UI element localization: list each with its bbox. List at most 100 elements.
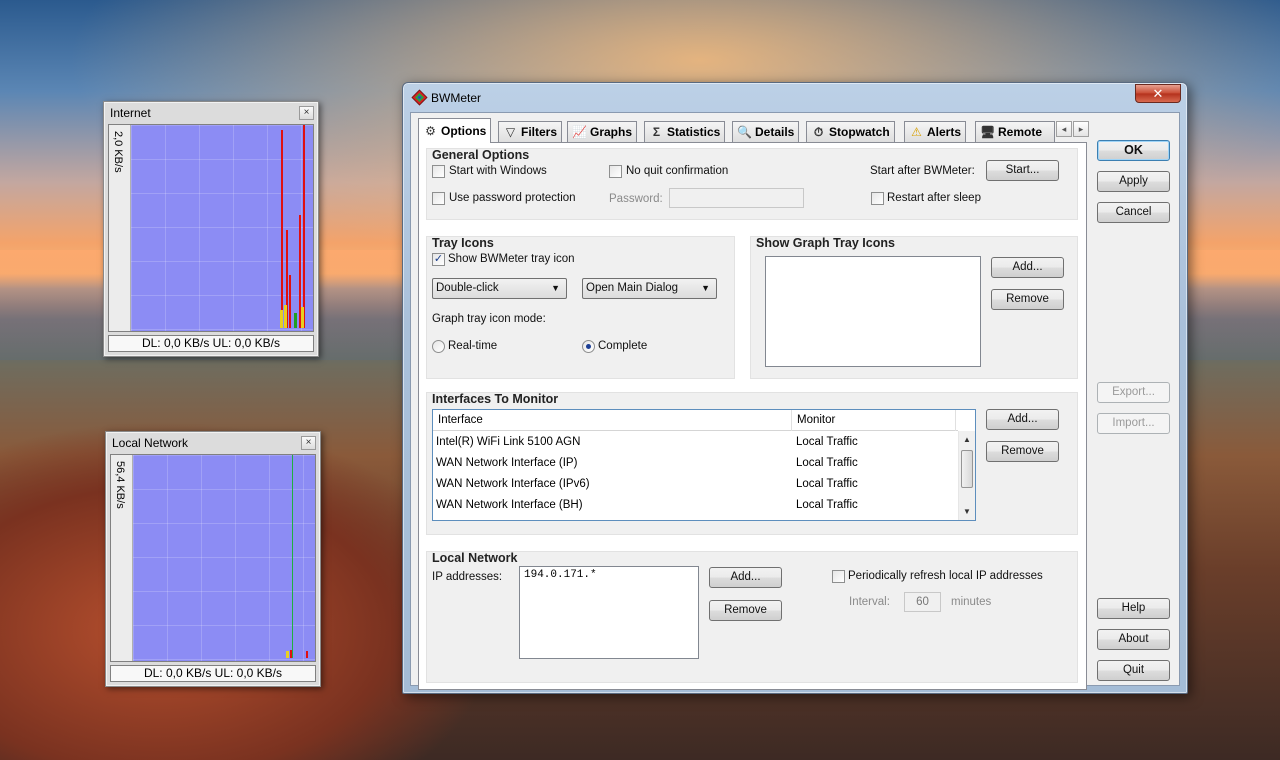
quit-button[interactable]: Quit <box>1097 660 1170 681</box>
graph-tray-add-button[interactable]: Add... <box>991 257 1064 278</box>
tab-remote-label: Remote <box>998 125 1043 139</box>
gear-icon: ⚙ <box>425 124 436 138</box>
no-quit-confirmation-label: No quit confirmation <box>626 165 729 177</box>
interface-name: WAN Network Interface (IP) <box>436 457 578 469</box>
table-row[interactable]: WAN Network Interface (IP) Local Traffic <box>433 453 958 474</box>
stopwatch-icon: ⏱ <box>813 125 824 139</box>
chevron-down-icon: ▼ <box>551 283 560 293</box>
local-network-title: Local Network <box>432 551 518 565</box>
use-password-checkbox[interactable] <box>432 192 445 205</box>
ip-remove-button[interactable]: Remove <box>709 600 782 621</box>
table-row[interactable]: WAN Network Interface (IPv6) Local Traff… <box>433 474 958 495</box>
tab-statistics[interactable]: Σ Statistics <box>644 121 726 142</box>
cancel-button[interactable]: Cancel <box>1097 202 1170 223</box>
graph-tray-icons-group: Show Graph Tray Icons Add... Remove <box>750 236 1078 379</box>
ip-address-entry[interactable]: 194.0.171.* <box>524 569 597 581</box>
periodic-refresh-checkbox[interactable] <box>832 570 845 583</box>
click-target-select[interactable]: Open Main Dialog ▼ <box>582 278 717 299</box>
tab-stopwatch[interactable]: ⏱ Stopwatch <box>806 121 895 142</box>
local-graph-area <box>133 455 315 661</box>
interfaces-scrollbar[interactable]: ▲ ▼ <box>958 431 975 520</box>
tab-graphs[interactable]: 📈 Graphs <box>567 121 638 142</box>
column-header-interface[interactable]: Interface <box>433 410 792 431</box>
tab-details-label: Details <box>755 125 795 139</box>
internet-scale-label: 2,0 KB/s <box>112 131 124 173</box>
tab-filters-label: Filters <box>521 125 558 139</box>
tray-mode-label: Graph tray icon mode: <box>432 313 546 325</box>
show-tray-icon-checkbox[interactable]: ✓ <box>432 253 445 266</box>
tab-alerts-label: Alerts <box>927 125 962 139</box>
internet-meter-scale: 2,0 KB/s <box>109 125 131 331</box>
close-icon[interactable]: × <box>299 106 314 120</box>
sigma-icon: Σ <box>652 125 661 139</box>
interface-name: WAN Network Interface (BH) <box>436 499 583 511</box>
internet-graph-area <box>131 125 313 331</box>
tab-alerts[interactable]: ⚠ Alerts <box>904 121 967 142</box>
tab-options[interactable]: ⚙ Options <box>418 118 492 143</box>
table-row[interactable]: Intel(R) WiFi Link 5100 AGN Local Traffi… <box>433 432 958 453</box>
general-options-group: General Options Start with Windows No qu… <box>426 148 1078 220</box>
interval-field[interactable]: 60 <box>904 592 941 612</box>
scroll-down-icon[interactable]: ▼ <box>959 503 975 520</box>
interface-name: Intel(R) WiFi Link 5100 AGN <box>436 436 581 448</box>
local-meter-title: Local Network <box>112 436 189 450</box>
internet-meter-window[interactable]: Internet × 2,0 KB/s DL: 0,0 KB/s UL: 0,0… <box>103 101 319 357</box>
click-action-select[interactable]: Double-click ▼ <box>432 278 567 299</box>
about-button[interactable]: About <box>1097 629 1170 650</box>
graph-tray-icons-list[interactable] <box>765 256 981 367</box>
restart-after-sleep-label: Restart after sleep <box>887 192 981 204</box>
interval-unit-label: minutes <box>951 596 992 608</box>
ip-add-button[interactable]: Add... <box>709 567 782 588</box>
tab-filters[interactable]: ▽ Filters <box>498 121 563 142</box>
interfaces-remove-button[interactable]: Remove <box>986 441 1059 462</box>
column-header-monitor[interactable]: Monitor <box>792 410 956 431</box>
close-icon[interactable]: × <box>301 436 316 450</box>
interfaces-table-header: Interface Monitor <box>433 410 958 431</box>
interfaces-add-button[interactable]: Add... <box>986 409 1059 430</box>
graph-tray-remove-button[interactable]: Remove <box>991 289 1064 310</box>
help-button[interactable]: Help <box>1097 598 1170 619</box>
restart-after-sleep-checkbox[interactable] <box>871 192 884 205</box>
internet-meter-graph: 2,0 KB/s <box>108 124 314 332</box>
click-target-value: Open Main Dialog <box>586 282 679 294</box>
mode-realtime-label: Real-time <box>448 340 498 352</box>
bwmeter-app-icon <box>411 89 428 106</box>
apply-button[interactable]: Apply <box>1097 171 1170 192</box>
internet-traffic-spikes <box>280 125 305 328</box>
no-quit-confirmation-checkbox[interactable] <box>609 165 622 178</box>
ip-addresses-list[interactable]: 194.0.171.* <box>519 566 699 659</box>
tray-icons-group: Tray Icons ✓ Show BWMeter tray icon Doub… <box>426 236 735 379</box>
show-tray-icon-label: Show BWMeter tray icon <box>448 253 575 265</box>
tab-scroll-left-button[interactable]: ◂ <box>1056 121 1072 137</box>
internet-meter-title: Internet <box>110 106 151 120</box>
tab-remote[interactable]: 🖥 Remote <box>975 121 1055 142</box>
interfaces-title: Interfaces To Monitor <box>432 392 559 406</box>
password-field[interactable] <box>669 188 804 208</box>
dialog-client-area: ⚙ Options ▽ Filters 📈 Graphs Σ Statistic… <box>410 112 1180 690</box>
warning-icon: ⚠ <box>911 125 922 139</box>
ok-button[interactable]: OK <box>1097 140 1170 161</box>
mode-realtime-radio[interactable] <box>432 340 445 353</box>
start-with-windows-checkbox[interactable] <box>432 165 445 178</box>
interfaces-table[interactable]: Interface Monitor Intel(R) WiFi Link 510… <box>432 409 976 521</box>
import-button[interactable]: Import... <box>1097 413 1170 434</box>
password-label: Password: <box>609 193 663 205</box>
start-after-label: Start after BWMeter: <box>870 165 975 177</box>
click-action-value: Double-click <box>436 282 499 294</box>
internet-meter-status: DL: 0,0 KB/s UL: 0,0 KB/s <box>108 335 314 352</box>
export-button[interactable]: Export... <box>1097 382 1170 403</box>
start-button[interactable]: Start... <box>986 160 1059 181</box>
bwmeter-dialog[interactable]: BWMeter ✕ ⚙ Options ▽ Filters 📈 Graphs Σ… <box>402 82 1188 694</box>
tab-details[interactable]: 🔍 Details <box>732 121 800 142</box>
graph-tray-icons-title: Show Graph Tray Icons <box>756 236 895 250</box>
mode-complete-radio[interactable] <box>582 340 595 353</box>
local-network-meter-window[interactable]: Local Network × 56,4 KB/s DL: 0,0 KB/s U… <box>105 431 321 687</box>
interface-monitor: Local Traffic <box>796 436 858 448</box>
scroll-up-icon[interactable]: ▲ <box>959 431 975 448</box>
window-close-button[interactable]: ✕ <box>1135 84 1181 103</box>
general-options-title: General Options <box>432 148 530 162</box>
scrollbar-thumb[interactable] <box>961 450 973 488</box>
table-row[interactable]: WAN Network Interface (BH) Local Traffic <box>433 495 958 516</box>
tab-scroll-right-button[interactable]: ▸ <box>1073 121 1089 137</box>
ip-addresses-label: IP addresses: <box>432 571 503 583</box>
